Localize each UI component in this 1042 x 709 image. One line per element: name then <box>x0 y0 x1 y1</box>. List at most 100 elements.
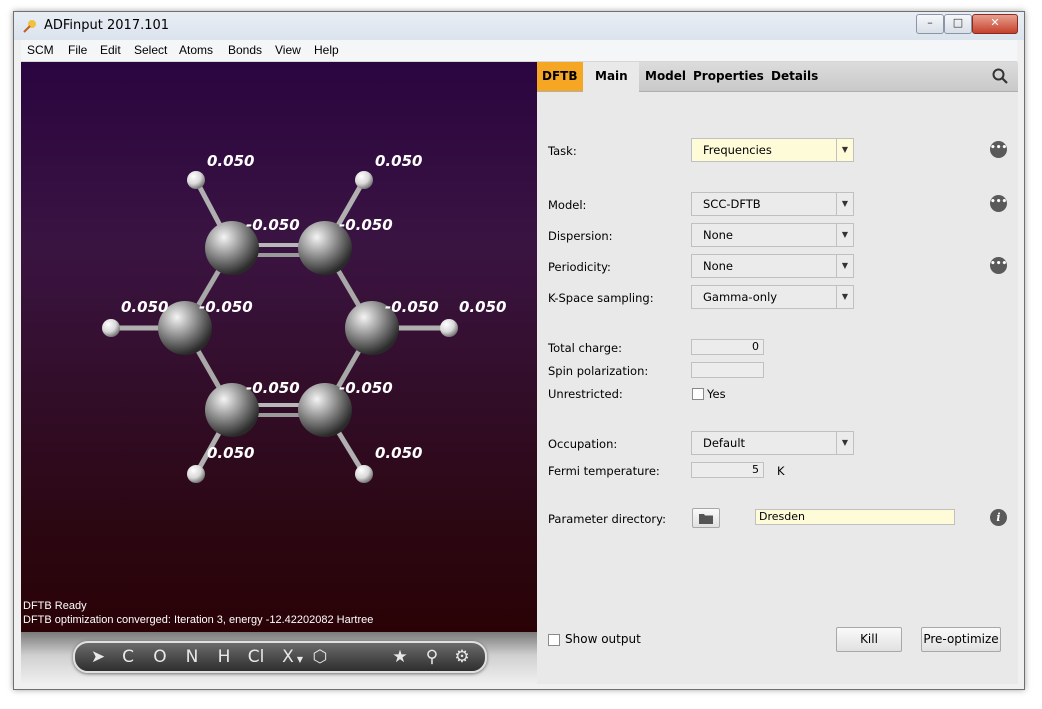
kspace-select[interactable]: Gamma-only ▼ <box>691 285 854 309</box>
dispersion-value: None <box>703 228 734 242</box>
model-select[interactable]: SCC-DFTB ▼ <box>691 192 854 216</box>
tool-nitrogen[interactable]: N <box>181 647 203 667</box>
hydrogen-atom[interactable] <box>187 171 205 189</box>
molecule-viewer[interactable]: 0.050 0.050 0.050 0.050 0.050 0.050 -0.0… <box>21 62 537 684</box>
hydrogen-atom[interactable] <box>355 465 373 483</box>
chevron-down-icon: ▼ <box>836 193 853 215</box>
close-button[interactable]: ✕ <box>972 14 1018 34</box>
show-output-label: Show output <box>565 632 641 646</box>
pin-icon[interactable]: ⚲ <box>421 647 443 667</box>
periodicity-label: Periodicity: <box>548 260 611 274</box>
menu-atoms[interactable]: Atoms <box>179 43 213 57</box>
atom-toolbar-area: ➤ C O N H Cl X ▼ ⬡ ★ ⚲ ⚙ <box>21 632 537 684</box>
menu-select[interactable]: Select <box>134 43 167 57</box>
menu-scm[interactable]: SCM <box>27 43 54 57</box>
dropdown-arrow-icon[interactable]: ▼ <box>289 655 311 664</box>
charge-label-h: 0.050 <box>207 444 254 462</box>
menu-file[interactable]: File <box>68 43 87 57</box>
select-arrow-icon[interactable]: ➤ <box>87 647 109 667</box>
chevron-down-icon: ▼ <box>836 224 853 246</box>
tab-bar: DFTB Main Model Properties Details <box>537 62 1018 92</box>
spin-polarization-field[interactable] <box>691 362 764 378</box>
tool-oxygen[interactable]: O <box>149 647 171 667</box>
hydrogen-atom[interactable] <box>187 465 205 483</box>
status-line-2: DFTB optimization converged: Iteration 3… <box>23 614 374 626</box>
folder-button[interactable] <box>692 508 720 528</box>
spin-polarization-label: Spin polarization: <box>548 364 649 378</box>
pre-optimize-button[interactable]: Pre-optimize <box>921 627 1001 652</box>
chevron-down-icon: ▼ <box>836 255 853 277</box>
menu-view[interactable]: View <box>275 43 301 57</box>
hydrogen-atom[interactable] <box>440 319 458 337</box>
tab-properties[interactable]: Properties <box>693 69 764 83</box>
parameter-directory-field[interactable]: Dresden <box>755 509 955 525</box>
task-value: Frequencies <box>703 143 772 157</box>
charge-label-c: -0.050 <box>246 216 300 234</box>
charge-label-c: -0.050 <box>385 298 439 316</box>
ring-icon[interactable]: ⬡ <box>309 647 331 667</box>
settings-panel: DFTB Main Model Properties Details Task:… <box>537 62 1018 684</box>
app-window: ADFinput 2017.101 – □ ✕ SCM File Edit Se… <box>13 11 1025 690</box>
occupation-label: Occupation: <box>548 437 618 451</box>
total-charge-label: Total charge: <box>548 341 622 355</box>
info-icon[interactable]: i <box>990 509 1007 526</box>
molecule-canvas[interactable]: 0.050 0.050 0.050 0.050 0.050 0.050 -0.0… <box>21 62 537 684</box>
gear-icon[interactable]: ⚙ <box>451 647 473 667</box>
chevron-down-icon: ▼ <box>836 286 853 308</box>
atom-toolbar: ➤ C O N H Cl X ▼ ⬡ ★ ⚲ ⚙ <box>73 641 487 673</box>
unrestricted-option-label: Yes <box>707 387 726 401</box>
chevron-down-icon: ▼ <box>836 432 853 454</box>
minimize-button[interactable]: – <box>916 14 944 34</box>
tool-hydrogen[interactable]: H <box>213 647 235 667</box>
tab-main[interactable]: Main <box>595 69 628 83</box>
fermi-temperature-field[interactable]: 5 <box>691 462 764 478</box>
periodicity-value: None <box>703 259 734 273</box>
parameter-directory-label: Parameter directory: <box>548 512 666 526</box>
search-icon[interactable] <box>992 68 1008 84</box>
model-value: SCC-DFTB <box>703 197 761 211</box>
model-label: Model: <box>548 198 587 212</box>
app-icon <box>23 20 36 33</box>
maximize-button[interactable]: □ <box>944 14 972 34</box>
total-charge-field[interactable]: 0 <box>691 339 764 355</box>
status-line-1: DFTB Ready <box>23 600 87 612</box>
task-select[interactable]: Frequencies ▼ <box>691 138 854 162</box>
dispersion-label: Dispersion: <box>548 229 613 243</box>
star-icon[interactable]: ★ <box>389 647 411 667</box>
tab-details[interactable]: Details <box>771 69 818 83</box>
tool-chlorine[interactable]: Cl <box>245 647 267 667</box>
tab-dftb-label[interactable]: DFTB <box>542 69 578 83</box>
chevron-down-icon: ▼ <box>836 139 853 161</box>
kill-button[interactable]: Kill <box>836 627 902 652</box>
task-label: Task: <box>548 144 577 158</box>
more-options-icon[interactable]: ••• <box>990 257 1007 274</box>
title-bar: ADFinput 2017.101 – □ ✕ <box>14 12 1024 40</box>
show-output-checkbox[interactable] <box>548 634 560 646</box>
menu-bonds[interactable]: Bonds <box>228 43 262 57</box>
charge-label-h: 0.050 <box>459 298 506 316</box>
hydrogen-atom[interactable] <box>355 171 373 189</box>
kspace-label: K-Space sampling: <box>548 291 654 305</box>
dispersion-select[interactable]: None ▼ <box>691 223 854 247</box>
folder-icon <box>699 514 713 524</box>
charge-label-h: 0.050 <box>375 444 422 462</box>
charge-label-h: 0.050 <box>121 298 168 316</box>
hydrogen-atom[interactable] <box>102 319 120 337</box>
tool-carbon[interactable]: C <box>117 647 139 667</box>
charge-label-h: 0.050 <box>375 152 422 170</box>
charge-label-c: -0.050 <box>199 298 253 316</box>
tab-model[interactable]: Model <box>645 69 686 83</box>
occupation-value: Default <box>703 436 746 450</box>
menu-edit[interactable]: Edit <box>100 43 121 57</box>
more-options-icon[interactable]: ••• <box>990 141 1007 158</box>
window-title: ADFinput 2017.101 <box>44 18 170 33</box>
fermi-unit: K <box>777 464 785 478</box>
charge-label-c: -0.050 <box>339 216 393 234</box>
menu-help[interactable]: Help <box>314 43 339 57</box>
periodicity-select[interactable]: None ▼ <box>691 254 854 278</box>
unrestricted-label: Unrestricted: <box>548 387 623 401</box>
occupation-select[interactable]: Default ▼ <box>691 431 854 455</box>
charge-label-c: -0.050 <box>339 379 393 397</box>
more-options-icon[interactable]: ••• <box>990 195 1007 212</box>
unrestricted-checkbox[interactable] <box>692 388 704 400</box>
